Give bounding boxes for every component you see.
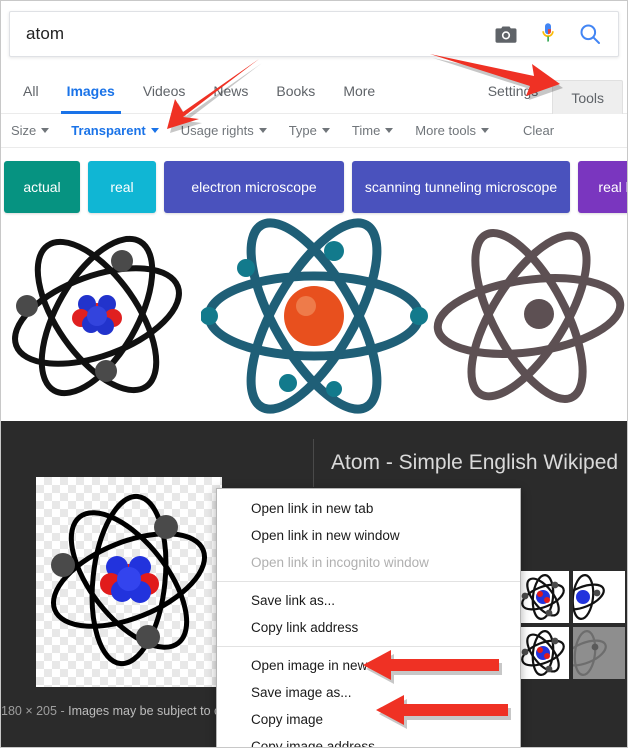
filter-usage-rights-label: Usage rights (180, 123, 254, 138)
meta-separator: - (60, 704, 65, 718)
result-atom-editor-logo[interactable] (431, 216, 627, 421)
filter-transparent[interactable]: Transparent (61, 123, 170, 138)
filter-more-tools-label: More tools (415, 123, 476, 138)
search-box[interactable]: atom (9, 11, 619, 57)
menu-open-link-new-tab[interactable]: Open link in new tab (217, 495, 520, 522)
image-dimensions: 180 × 205 (1, 704, 57, 718)
chevron-down-icon (258, 128, 267, 133)
tab-news[interactable]: News (199, 67, 262, 114)
nav-tabs: All Images Videos News Books More (9, 67, 389, 114)
tab-books[interactable]: Books (262, 67, 329, 114)
filter-time[interactable]: Time (342, 123, 405, 138)
search-nav-bar: All Images Videos News Books More Settin… (1, 67, 627, 114)
thumbnail-item[interactable] (517, 571, 569, 623)
chevron-down-icon (385, 128, 394, 133)
preview-metadata: 180 × 205 - Images may be subject to c (1, 704, 220, 718)
menu-open-image-new-tab[interactable]: Open image in new tab (217, 652, 520, 679)
filter-time-label: Time (351, 123, 381, 138)
thumbnail-item[interactable] (517, 627, 569, 679)
search-icon[interactable] (578, 22, 602, 46)
copyright-note: Images may be subject to c (68, 704, 221, 718)
filter-type-label: Type (288, 123, 317, 138)
filter-size[interactable]: Size (1, 123, 61, 138)
tab-videos[interactable]: Videos (129, 67, 200, 114)
filter-size-label: Size (11, 123, 37, 138)
menu-open-link-incognito: Open link in incognito window (251, 555, 429, 570)
menu-copy-image[interactable]: Copy image (217, 706, 520, 733)
tools-button[interactable]: Tools (552, 80, 623, 114)
search-bar-region: atom (1, 1, 627, 67)
filter-type[interactable]: Type (279, 123, 342, 138)
filter-clear[interactable]: Clear (501, 123, 566, 138)
related-thumbnails (517, 571, 627, 679)
chevron-down-icon (150, 128, 159, 133)
preview-image[interactable] (36, 477, 222, 687)
menu-copy-link-address[interactable]: Copy link address (217, 614, 520, 641)
chevron-down-icon (41, 128, 50, 133)
menu-copy-image-address[interactable]: Copy image address (217, 733, 520, 747)
preview-pointer-notch (73, 421, 95, 422)
menu-separator (217, 581, 520, 582)
related-search-chips: actual real electron microscope scanning… (1, 158, 627, 216)
menu-save-image-as[interactable]: Save image as... (217, 679, 520, 706)
chip-actual[interactable]: actual (4, 161, 80, 213)
preview-title-link[interactable]: Atom - Simple English Wikiped (331, 451, 618, 475)
google-images-search-page: atom All Images Videos News Books More S… (0, 0, 628, 748)
chip-real-life[interactable]: real life (578, 161, 627, 213)
image-filter-bar: Size Transparent Usage rights Type Time … (1, 114, 627, 148)
menu-separator (217, 646, 520, 647)
thumbnail-item[interactable] (573, 571, 625, 623)
filter-more-tools[interactable]: More tools (405, 123, 501, 138)
chip-scanning-tunneling-microscope[interactable]: scanning tunneling microscope (352, 161, 570, 213)
context-menu[interactable]: Open link in new tab Open link in new wi… (216, 488, 521, 747)
chip-electron-microscope[interactable]: electron microscope (164, 161, 344, 213)
thumbnail-item[interactable] (573, 627, 625, 679)
camera-icon[interactable] (494, 22, 518, 46)
search-input[interactable]: atom (10, 24, 494, 44)
result-atom-teal-orange[interactable] (201, 216, 431, 421)
nav-right-controls: Settings Tools (474, 67, 623, 114)
chevron-down-icon (321, 128, 330, 133)
filter-transparent-label: Transparent (71, 123, 146, 138)
image-results-grid (1, 216, 627, 421)
filter-usage-rights[interactable]: Usage rights (171, 123, 279, 138)
tab-more[interactable]: More (329, 67, 389, 114)
menu-open-link-new-window[interactable]: Open link in new window (217, 522, 520, 549)
tab-all[interactable]: All (9, 67, 53, 114)
result-atom-black-orbits[interactable] (1, 216, 201, 421)
tab-images[interactable]: Images (53, 67, 129, 114)
settings-button[interactable]: Settings (474, 67, 553, 114)
preview-divider (313, 439, 314, 487)
search-icon-group (494, 22, 618, 46)
microphone-icon[interactable] (536, 22, 560, 46)
chip-real[interactable]: real (88, 161, 156, 213)
menu-save-link-as[interactable]: Save link as... (217, 587, 520, 614)
chevron-down-icon (481, 128, 489, 133)
